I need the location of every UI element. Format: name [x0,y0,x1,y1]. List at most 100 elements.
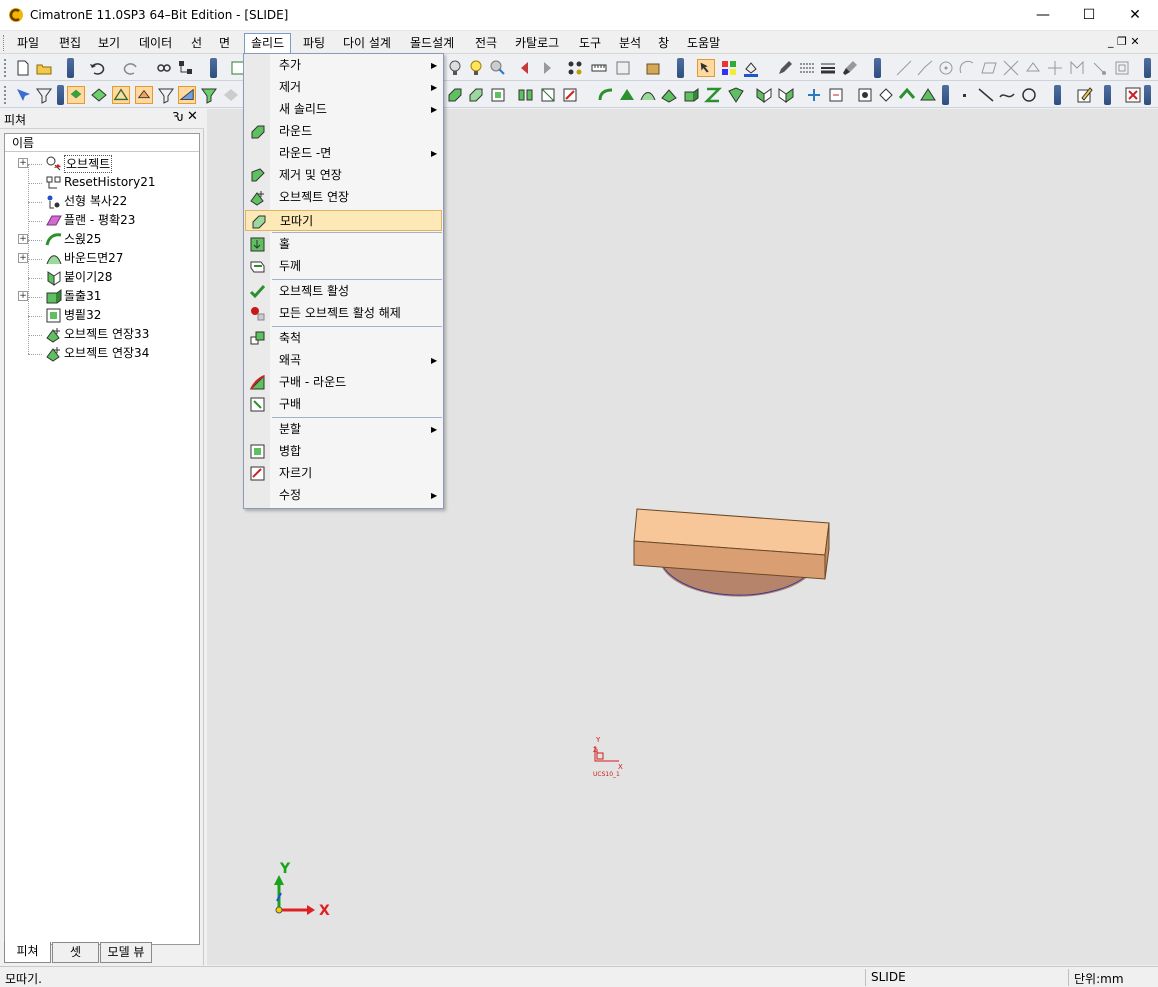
menu-data[interactable]: 데이터 [133,33,178,53]
redo-icon[interactable] [122,59,140,77]
extrude-solid-icon[interactable] [682,86,700,104]
chamfer-solid-icon[interactable] [467,86,485,104]
box-select-icon[interactable] [856,86,874,104]
pattern-icon[interactable] [517,86,535,104]
brush-icon[interactable] [841,59,859,77]
menubar-grip[interactable] [3,35,7,51]
new-file-icon[interactable] [14,59,32,77]
arc-tool-icon[interactable] [958,59,976,77]
select-disabled-icon[interactable] [222,86,240,104]
next-icon[interactable] [538,59,556,77]
menu-tools[interactable]: 도구 [573,33,607,53]
tab-model-view[interactable]: 모델 뷰 [100,942,152,963]
menu-help[interactable]: 도움말 [681,33,726,53]
shell-icon[interactable] [489,86,507,104]
menu-item-cut[interactable]: 자르기 [245,463,442,484]
menu-item-object-extend[interactable]: 오브젝트 연장 [245,187,442,208]
maximize-button[interactable]: ☐ [1066,0,1112,30]
menu-item-scale[interactable]: 축척 [245,328,442,349]
expand-icon[interactable]: + [18,291,28,301]
circle-icon[interactable] [1020,86,1038,104]
sweep-tool-icon[interactable] [597,86,615,104]
toolbar-grip[interactable] [4,59,8,77]
menu-edit[interactable]: 편집 [53,33,87,53]
menu-item-add[interactable]: 추가 ▶ [245,55,442,76]
select-loops-icon[interactable] [135,86,153,104]
menu-item-thickness[interactable]: 두께 [245,256,442,277]
drive-face-icon[interactable] [660,86,678,104]
open-folder-icon[interactable] [35,59,53,77]
column-header-name[interactable]: 이름 [5,134,199,152]
minimize-button[interactable]: — [1020,0,1066,30]
menu-window[interactable]: 창 [652,33,675,53]
curve-spline-icon[interactable] [916,59,934,77]
curve-line-icon[interactable] [895,59,913,77]
round-solid-icon[interactable] [446,86,464,104]
project-curve-icon[interactable] [1024,59,1042,77]
select-features-icon[interactable] [200,86,218,104]
select-sets-icon[interactable] [178,86,196,104]
tree-item[interactable]: 선형 복사22 [18,192,198,211]
tree-item[interactable]: 붙이기28 [18,268,198,287]
line-weight-icon[interactable] [819,59,837,77]
light-bulb-on-icon[interactable] [467,59,485,77]
menu-item-round[interactable]: 라운드 [245,121,442,142]
pin-icon[interactable]: Ԅ [172,110,184,124]
select-faces-icon[interactable] [90,86,108,104]
tab-set[interactable]: 셋 [52,942,99,963]
pane-close-icon[interactable]: ✕ [187,109,198,124]
menu-item-remove-and-extend[interactable]: 제거 및 연장 [245,165,442,186]
menu-item-remove[interactable]: 제거 ▶ [245,77,442,98]
menu-solid[interactable]: 솔리드 [244,33,292,53]
transform-icon[interactable] [805,86,823,104]
menu-curve[interactable]: 선 [185,33,208,53]
tree-structure-icon[interactable] [177,59,195,77]
line-icon[interactable] [977,86,995,104]
offset-curve-icon[interactable] [1068,59,1086,77]
menu-item-draft-round[interactable]: 구배 - 라운드 [245,372,442,393]
spline-icon[interactable] [998,86,1016,104]
menu-item-round-face[interactable]: 라운드 -면 ▶ [245,143,442,164]
menu-item-draft[interactable]: 구배 [245,394,442,415]
tree-item[interactable]: 오브젝트 연장33 [18,325,198,344]
menu-item-split[interactable]: 분할 ▶ [245,419,442,440]
menu-item-activate-object[interactable]: 오브젝트 활성 [245,281,442,302]
circle-tool-icon[interactable] [937,59,955,77]
menu-file[interactable]: 파일 [11,33,45,53]
expand-icon[interactable]: + [18,234,28,244]
frame-icon[interactable] [1113,59,1131,77]
menu-electrode[interactable]: 전극 [469,33,503,53]
move-icon[interactable] [827,86,845,104]
pick-points-icon[interactable] [566,59,584,77]
wrap-icon[interactable] [898,86,916,104]
mirror-icon[interactable] [539,86,557,104]
menu-mold-design[interactable]: 몰드설계 [404,33,460,53]
menu-item-new-solid[interactable]: 새 솔리드 ▶ [245,99,442,120]
tree-item[interactable]: + 스윉25 [18,230,198,249]
tree-item[interactable]: 플랜 - 평확23 [18,211,198,230]
line-style-icon[interactable] [798,59,816,77]
expand-icon[interactable]: + [18,253,28,263]
link-icon[interactable] [155,59,173,77]
color-grid-icon[interactable] [720,59,738,77]
boolean-cut-icon[interactable] [561,86,579,104]
tree-item[interactable]: + 바운드면27 [18,249,198,268]
select-edges-icon[interactable] [112,86,130,104]
tree-item[interactable]: 오브젝트 연장34 [18,344,198,363]
draft-face-icon[interactable] [755,86,773,104]
revolve-icon[interactable] [727,86,745,104]
menu-item-modify[interactable]: 수정 ▶ [245,485,442,506]
light-bulb-icon[interactable] [446,59,464,77]
expand-icon[interactable]: + [18,158,28,168]
tree-item[interactable]: + 돌출31 [18,287,198,306]
sketcher-icon[interactable] [1076,86,1094,104]
previous-icon[interactable] [516,59,534,77]
tree-item[interactable]: ResetHistory21 [18,173,198,192]
edit-curve-icon[interactable] [1090,59,1108,77]
z-extrude-icon[interactable] [704,86,722,104]
tree-item[interactable]: 병픹32 [18,306,198,325]
menu-item-deform[interactable]: 왜곡 ▶ [245,350,442,371]
mdi-controls[interactable]: _ ❐ ✕ [1108,35,1140,48]
menu-catalog[interactable]: 카탈로그 [509,33,565,53]
rotate-solid-icon[interactable] [877,86,895,104]
